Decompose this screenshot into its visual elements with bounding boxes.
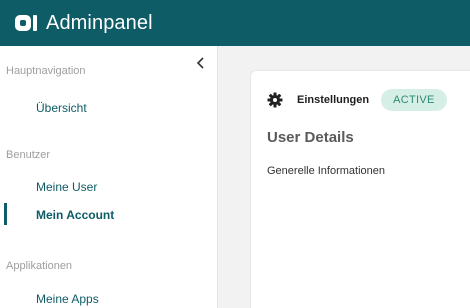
settings-label[interactable]: Einstellungen: [297, 94, 369, 106]
section-label-applikationen: Applikationen: [6, 260, 73, 272]
section-title: User Details: [267, 129, 354, 146]
top-bar: Adminpanel: [0, 0, 470, 46]
nav-item-meine-user[interactable]: Meine User: [36, 180, 97, 194]
sidebar: Hauptnavigation Übersicht Benutzer Meine…: [0, 46, 218, 308]
app-title: Adminpanel: [46, 11, 153, 34]
status-badge: ACTIVE: [381, 89, 447, 111]
user-details-card: Einstellungen ACTIVE User Details Genere…: [250, 70, 470, 308]
main-content: Einstellungen ACTIVE User Details Genere…: [219, 46, 470, 308]
chevron-left-icon[interactable]: [194, 56, 208, 70]
nav-item-mein-account[interactable]: Mein Account: [36, 208, 114, 222]
active-indicator: [4, 203, 7, 225]
nav-item-meine-apps[interactable]: Meine Apps: [36, 292, 99, 306]
card-header: Einstellungen ACTIVE: [267, 89, 447, 111]
nav-item-uebersicht[interactable]: Übersicht: [36, 101, 87, 115]
gear-icon: [267, 92, 283, 108]
section-label-hauptnavigation: Hauptnavigation: [6, 65, 86, 77]
company-logo-icon[interactable]: [14, 13, 38, 33]
section-label-benutzer: Benutzer: [6, 149, 51, 161]
section-subtitle: Generelle Informationen: [267, 165, 386, 177]
